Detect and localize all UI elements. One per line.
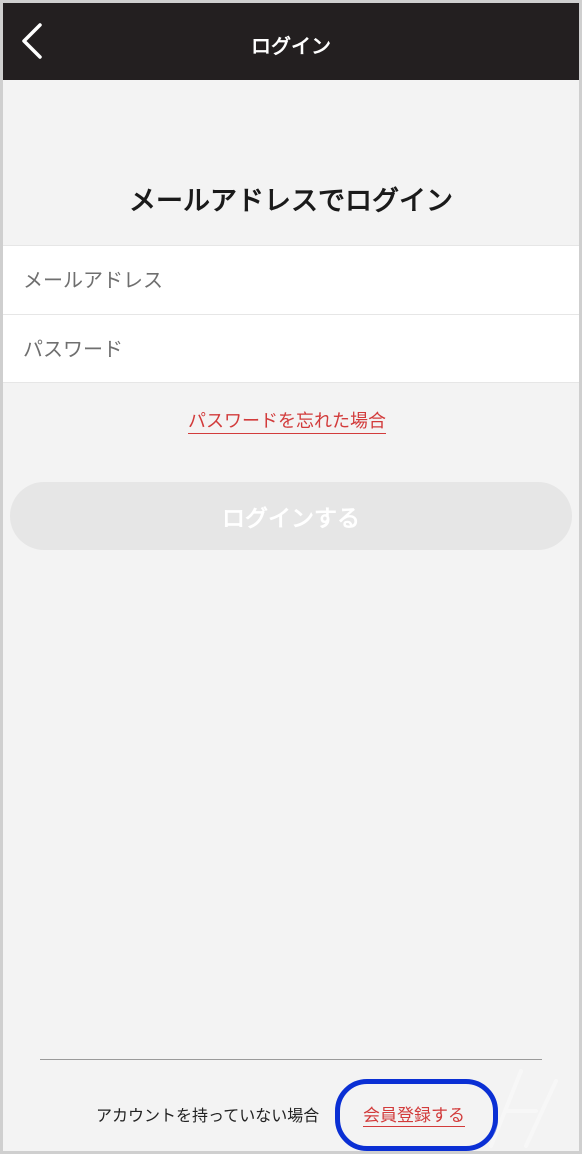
login-button[interactable]: ログインする: [10, 482, 572, 550]
forgot-password-link[interactable]: パスワードを忘れた場合: [188, 407, 386, 433]
chevron-left-icon: [22, 23, 42, 59]
page-title: ログイン: [251, 34, 331, 58]
login-section-title: メールアドレスでログイン: [129, 186, 453, 217]
password-input[interactable]: [3, 315, 579, 383]
back-button[interactable]: [7, 15, 55, 67]
nav-header: ログイン: [3, 3, 579, 80]
login-form: [3, 245, 579, 383]
watermark-graphic: [489, 1069, 558, 1148]
register-link[interactable]: 会員登録する: [363, 1101, 465, 1126]
no-account-text: アカウントを持っていない場合: [96, 1106, 320, 1125]
footer-divider: [40, 1059, 542, 1060]
email-input[interactable]: [3, 246, 579, 314]
app-screen: ログイン メールアドレスでログイン パスワードを忘れた場合 ログインする アカウ…: [0, 0, 582, 1154]
